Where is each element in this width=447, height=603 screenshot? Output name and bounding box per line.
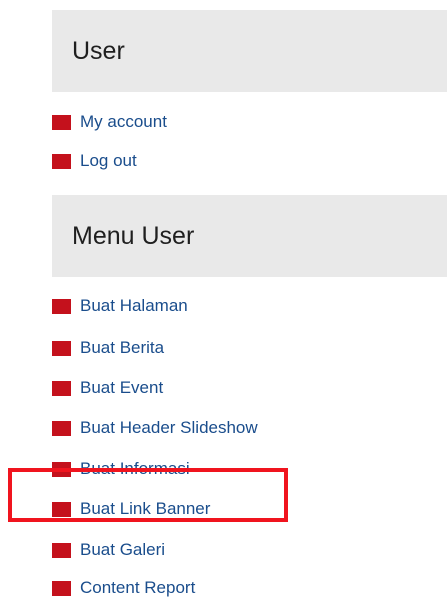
log-out-link[interactable]: Log out — [80, 151, 137, 171]
square-bullet-icon — [52, 114, 71, 130]
user-block-title: User — [52, 10, 447, 92]
buat-berita-link[interactable]: Buat Berita — [80, 338, 164, 358]
square-bullet-icon — [52, 420, 71, 436]
menu-item-buat-galeri[interactable]: Buat Galeri — [52, 538, 165, 562]
content-report-link[interactable]: Content Report — [80, 578, 195, 598]
menu-item-buat-informasi[interactable]: Buat Informasi — [52, 457, 190, 481]
user-block-title-text: User — [72, 36, 125, 65]
menu-item-log-out[interactable]: Log out — [52, 149, 137, 173]
menu-item-buat-link-banner[interactable]: Buat Link Banner — [52, 497, 210, 521]
square-bullet-icon — [52, 461, 71, 477]
buat-galeri-link[interactable]: Buat Galeri — [80, 540, 165, 560]
my-account-link[interactable]: My account — [80, 112, 167, 132]
menu-item-buat-header-slideshow[interactable]: Buat Header Slideshow — [52, 416, 258, 440]
buat-event-link[interactable]: Buat Event — [80, 378, 163, 398]
square-bullet-icon — [52, 580, 71, 596]
square-bullet-icon — [52, 340, 71, 356]
menu-item-buat-berita[interactable]: Buat Berita — [52, 336, 164, 360]
menu-item-my-account[interactable]: My account — [52, 110, 167, 134]
menu-item-content-report[interactable]: Content Report — [52, 576, 195, 600]
buat-link-banner-link[interactable]: Buat Link Banner — [80, 499, 210, 519]
square-bullet-icon — [52, 542, 71, 558]
menu-item-buat-halaman[interactable]: Buat Halaman — [52, 294, 188, 318]
square-bullet-icon — [52, 501, 71, 517]
menu-item-buat-event[interactable]: Buat Event — [52, 376, 163, 400]
buat-halaman-link[interactable]: Buat Halaman — [80, 296, 188, 316]
square-bullet-icon — [52, 153, 71, 169]
buat-informasi-link[interactable]: Buat Informasi — [80, 459, 190, 479]
buat-header-slideshow-link[interactable]: Buat Header Slideshow — [80, 418, 258, 438]
menu-user-block-title-text: Menu User — [72, 221, 195, 250]
menu-user-block-title: Menu User — [52, 195, 447, 277]
square-bullet-icon — [52, 298, 71, 314]
square-bullet-icon — [52, 380, 71, 396]
